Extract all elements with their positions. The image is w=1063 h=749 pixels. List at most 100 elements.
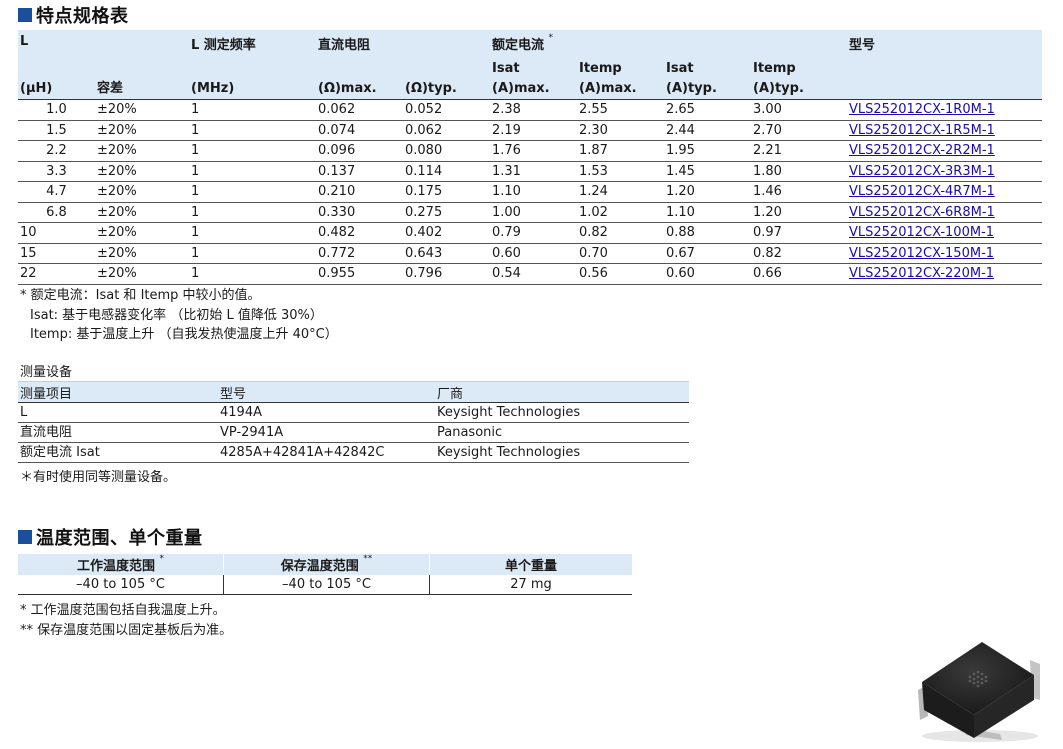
header-freq: L 测定频率 — [189, 30, 316, 59]
table-cell: 0.60 — [490, 243, 577, 264]
table-cell: 1 — [189, 181, 316, 203]
inductance-cell: 1.0 — [18, 99, 95, 121]
part-number-link[interactable]: VLS252012CX-1R5M-1 — [847, 120, 1042, 141]
meas-cell: Keysight Technologies — [435, 402, 689, 423]
table-cell: 1 — [189, 120, 316, 141]
table-row: 2.2 ±20% 1 0.096 0.080 1.76 1.87 1.95 2.21 VLS252… — [18, 140, 1042, 162]
table-cell: 1.95 — [664, 140, 751, 162]
header-l-unit: (μH) — [18, 59, 95, 100]
header-itemp-max: Itemp (A)max. — [577, 59, 664, 100]
storage-temp-value: –40 to 105 °C — [223, 575, 430, 595]
table-cell: ±20% — [95, 161, 189, 182]
part-number-link-text[interactable]: VLS252012CX-6R8M-1 — [849, 205, 995, 220]
part-number-link-text[interactable]: VLS252012CX-4R7M-1 — [849, 184, 995, 199]
meas-cell: Keysight Technologies — [435, 442, 689, 463]
table-row: 10 ±20% 1 0.482 0.402 0.79 0.82 0.88 0.97 VLS2520… — [18, 222, 1042, 244]
header-operating-temp: 工作温度范围 * — [18, 554, 224, 575]
inductance-cell: 22 — [18, 263, 95, 285]
spec-table-body: 1.0 ±20% 1 0.062 0.052 2.38 2.55 2.65 3.00 VLS252… — [18, 99, 1042, 285]
meas-cell: Panasonic — [435, 422, 689, 443]
table-row: 1.0 ±20% 1 0.062 0.052 2.38 2.55 2.65 3.00 VLS252… — [18, 99, 1042, 121]
table-cell: 0.97 — [751, 222, 847, 244]
table-cell: 0.60 — [664, 263, 751, 285]
part-number-link-text[interactable]: VLS252012CX-1R5M-1 — [849, 123, 995, 138]
spec-table: L L 测定频率 直流电阻 额定电流 * 型号 (μH) 容差 (MHz) (Ω… — [18, 30, 1042, 285]
table-cell: 0.062 — [403, 120, 490, 141]
note-storage-temp: ** 保存温度范围以固定基板后为准。 — [20, 623, 233, 638]
header-weight: 单个重量 — [429, 554, 632, 575]
header-isat-typ: Isat (A)typ. — [664, 59, 751, 100]
header-part-number: 型号 — [847, 30, 1042, 59]
part-number-link-text[interactable]: VLS252012CX-100M-1 — [849, 225, 994, 240]
table-cell: 0.88 — [664, 222, 751, 244]
measurement-note: ＊有时使用同等测量设备。 — [20, 470, 177, 485]
inductance-cell: 15 — [18, 243, 95, 264]
header-part-spacer — [847, 59, 1042, 100]
isat-typ-label: Isat — [666, 61, 694, 76]
part-number-link-text[interactable]: VLS252012CX-1R0M-1 — [849, 102, 995, 117]
part-number-link[interactable]: VLS252012CX-1R0M-1 — [847, 99, 1042, 121]
table-cell: 1.20 — [664, 181, 751, 203]
table-cell: 1.10 — [664, 202, 751, 223]
meas-cell: 4194A — [218, 402, 435, 423]
table-cell: 1.53 — [577, 161, 664, 182]
table-cell: 2.55 — [577, 99, 664, 121]
header-spacer-d — [751, 30, 847, 59]
part-number-link[interactable]: VLS252012CX-6R8M-1 — [847, 202, 1042, 223]
temperature-table: 工作温度范围 * 保存温度范围 ** 单个重量 –40 to 105 °C –4… — [18, 554, 632, 595]
table-cell: 0.54 — [490, 263, 577, 285]
meas-cell: 额定电流 Isat — [18, 442, 218, 463]
inductance-cell: 3.3 — [18, 161, 95, 182]
isat-max-label: Isat — [492, 61, 520, 76]
table-cell: 0.137 — [316, 161, 403, 182]
meas-header-item: 测量项目 — [18, 381, 218, 403]
table-cell: 1.45 — [664, 161, 751, 182]
table-cell: 1 — [189, 243, 316, 264]
table-cell: 0.210 — [316, 181, 403, 203]
table-cell: 1 — [189, 99, 316, 121]
meas-header-model: 型号 — [218, 381, 435, 403]
part-number-link-text[interactable]: VLS252012CX-3R3M-1 — [849, 164, 995, 179]
part-number-link[interactable]: VLS252012CX-100M-1 — [847, 222, 1042, 244]
table-cell: 0.402 — [403, 222, 490, 244]
operating-temp-mark: * — [159, 554, 165, 564]
itemp-max-unit: (A)max. — [579, 81, 637, 96]
table-cell: 0.080 — [403, 140, 490, 162]
part-number-link[interactable]: VLS252012CX-150M-1 — [847, 243, 1042, 264]
spec-header-row-2: (μH) 容差 (MHz) (Ω)max. (Ω)typ. Isat (A)max… — [18, 59, 1042, 100]
rated-current-label: 额定电流 — [492, 38, 545, 53]
meas-cell: VP-2941A — [218, 422, 435, 443]
operating-temp-value: –40 to 105 °C — [18, 575, 224, 595]
part-number-link-text[interactable]: VLS252012CX-2R2M-1 — [849, 143, 995, 158]
part-number-link[interactable]: VLS252012CX-4R7M-1 — [847, 181, 1042, 203]
header-spacer-b — [577, 30, 664, 59]
table-cell: 0.062 — [316, 99, 403, 121]
table-row: 3.3 ±20% 1 0.137 0.114 1.31 1.53 1.45 1.80 VLS252… — [18, 161, 1042, 182]
itemp-typ-label: Itemp — [753, 61, 796, 76]
note-operating-temp: * 工作温度范围包括自我温度上升。 — [20, 603, 226, 618]
table-cell: 0.772 — [316, 243, 403, 264]
table-cell: 2.19 — [490, 120, 577, 141]
meas-header-maker: 厂商 — [435, 381, 689, 403]
table-cell: ±20% — [95, 99, 189, 121]
table-cell: 0.79 — [490, 222, 577, 244]
table-row: L 4194A Keysight Technologies — [18, 402, 689, 423]
table-cell: 0.56 — [577, 263, 664, 285]
table-row: –40 to 105 °C –40 to 105 °C 27 mg — [18, 575, 632, 595]
part-number-link[interactable]: VLS252012CX-2R2M-1 — [847, 140, 1042, 162]
header-dcr-max: (Ω)max. — [316, 59, 403, 100]
table-cell: ±20% — [95, 222, 189, 244]
part-number-link-text[interactable]: VLS252012CX-220M-1 — [849, 266, 994, 281]
table-cell: 1 — [189, 222, 316, 244]
table-cell: 0.955 — [316, 263, 403, 285]
table-cell: ±20% — [95, 120, 189, 141]
part-number-link[interactable]: VLS252012CX-220M-1 — [847, 263, 1042, 285]
isat-max-unit: (A)max. — [492, 81, 550, 96]
table-cell: 1.10 — [490, 181, 577, 203]
part-number-link[interactable]: VLS252012CX-3R3M-1 — [847, 161, 1042, 182]
inductance-cell: 6.8 — [18, 202, 95, 223]
table-cell: ±20% — [95, 140, 189, 162]
table-cell: 2.30 — [577, 120, 664, 141]
rated-current-mark: * — [548, 33, 554, 43]
part-number-link-text[interactable]: VLS252012CX-150M-1 — [849, 246, 994, 261]
